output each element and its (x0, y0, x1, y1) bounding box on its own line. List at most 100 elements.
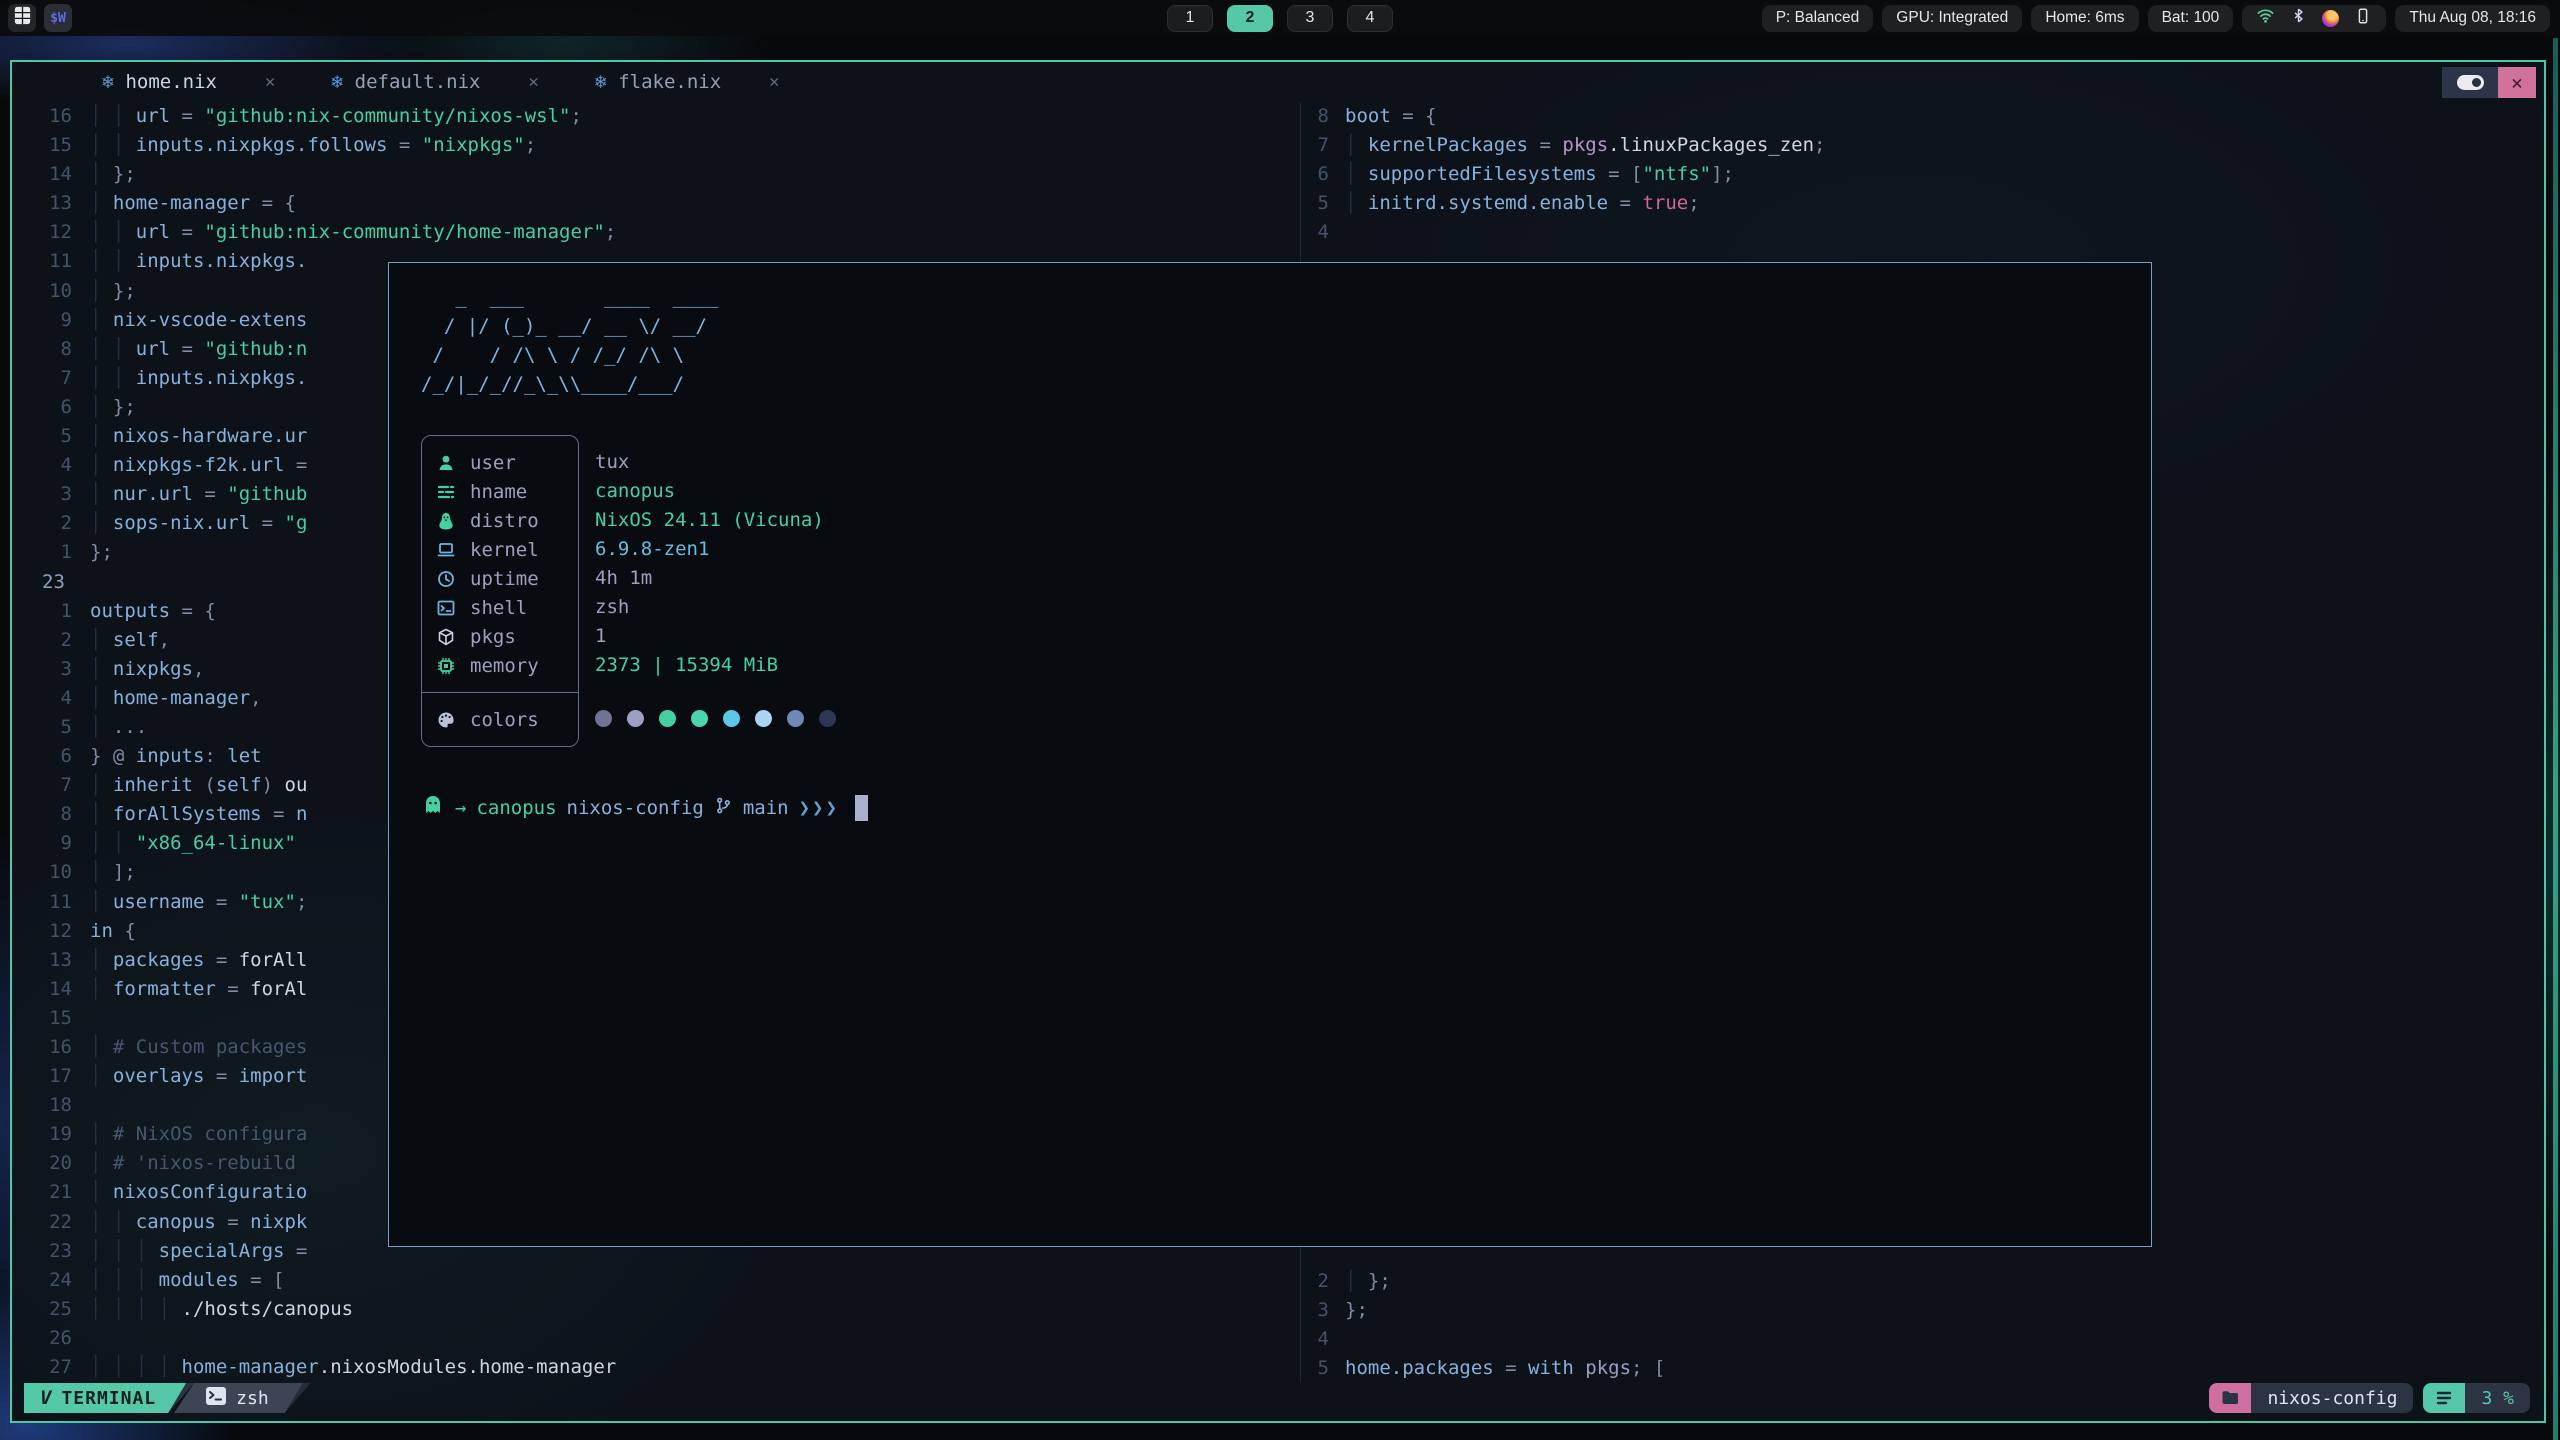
token: = (216, 1211, 250, 1233)
code-text: │ inherit (self) ou (90, 771, 307, 800)
pin-toggle[interactable] (2442, 67, 2498, 98)
indent-guide: │ │ (90, 338, 136, 360)
code-text: │ supportedFilesystems = ["ntfs"]; (1345, 160, 1734, 189)
status-module[interactable]: Home: 6ms (2031, 5, 2138, 32)
token: = (1528, 134, 1562, 156)
desktop: $W 1234 P: BalancedGPU: IntegratedHome: … (0, 0, 2560, 1440)
clock[interactable]: Thu Aug 08, 18:16 (2395, 5, 2550, 32)
token: boot (1345, 105, 1391, 127)
indent-guide: │ (90, 774, 113, 796)
shell-prompt[interactable]: → canopus nixos-config main ❯❯❯ (421, 793, 2151, 822)
code-text: │ overlays = import (90, 1062, 307, 1091)
line-number: 12 (12, 917, 90, 946)
kernel-icon (435, 540, 457, 560)
token: = (170, 338, 204, 360)
token: initrd.systemd.enable (1368, 192, 1608, 214)
window-close-button[interactable]: ✕ (2498, 67, 2536, 98)
workspace-3-button[interactable]: 3 (1287, 5, 1333, 32)
token: "ntfs" (1642, 163, 1711, 185)
token: ( (193, 774, 216, 796)
code-text: │ }; (90, 160, 136, 189)
line-number: 16 (12, 102, 90, 131)
fetch-row-kernel: kernel (435, 535, 578, 564)
fetch-value-user: tux (595, 448, 836, 477)
token: "x86_64-linux" (136, 832, 296, 854)
token: ; (605, 221, 616, 243)
bluetooth-icon[interactable] (2290, 7, 2307, 29)
fetch-row-pkgs: pkgs (435, 622, 578, 651)
code-line: 15│ │ inputs.nixpkgs.follows = "nixpkgs"… (12, 131, 1300, 160)
wifi-icon[interactable] (2256, 6, 2275, 30)
code-text: │ username = "tux"; (90, 888, 307, 917)
token: # 'nixos-rebuild (113, 1152, 296, 1174)
fetch-row-memory: memory (435, 651, 578, 680)
fetch-label: distro (470, 510, 539, 532)
code-text: │ │ "x86_64-linux" (90, 829, 296, 858)
code-text: │ │ │ │ ./hosts/canopus (90, 1295, 353, 1324)
status-module[interactable]: Bat: 100 (2148, 5, 2234, 32)
code-text: │ nur.url = "github (90, 480, 307, 509)
line-number: 24 (12, 1266, 90, 1295)
workspace-4-button[interactable]: 4 (1347, 5, 1393, 32)
token: ]; (1711, 163, 1734, 185)
line-number: 9 (12, 306, 90, 335)
token: nixpk (250, 1211, 307, 1233)
code-text: │ ]; (90, 858, 136, 887)
code-line: 4 (1301, 218, 2544, 247)
workspace-1-button[interactable]: 1 (1167, 5, 1213, 32)
indent-guide: │ │ (90, 221, 136, 243)
indent-guide: │ │ (90, 134, 136, 156)
fetch-value-uptime: 4h 1m (595, 564, 836, 593)
top-status-bar: $W 1234 P: Balanced GPU: Integrated Home: … (0, 0, 2560, 36)
fetch-row-hname: hname (435, 477, 578, 506)
status-module[interactable]: GPU: Integrated (1882, 5, 2022, 32)
tab-flake.nix[interactable]: ❄flake.nix✕ (567, 62, 808, 102)
status-modules: P: Balanced GPU: Integrated Home: 6ms Bat: … (1762, 5, 2234, 32)
floating-terminal[interactable]: _ ___ ____ ____ / |/ (_)_ __/ __ \/ __/ … (388, 262, 2152, 1247)
code-text: │ forAllSystems = n (90, 800, 307, 829)
statusline-right: nixos-config 3 % (2209, 1383, 2530, 1413)
token: = (170, 221, 204, 243)
token: ou (285, 774, 308, 796)
indent-guide: │ (90, 658, 113, 680)
mode-label: TERMINAL (61, 1388, 156, 1409)
token: = { (1391, 105, 1437, 127)
logo-button[interactable]: $W (44, 4, 72, 32)
indent-guide: │ (90, 716, 113, 738)
token: = (387, 134, 421, 156)
line-number: 8 (12, 335, 90, 364)
tab-close-icon[interactable]: ✕ (265, 72, 275, 92)
tab-close-icon[interactable]: ✕ (769, 72, 779, 92)
tab-label: flake.nix (618, 71, 721, 93)
code-text: │ │ url = "github:nix-community/home-man… (90, 218, 616, 247)
phone-icon[interactable] (2354, 7, 2372, 30)
code-line: 14│ }; (12, 160, 1300, 189)
tab-close-icon[interactable]: ✕ (529, 72, 539, 92)
line-number: 1 (12, 597, 90, 626)
token: }; (1345, 1299, 1368, 1321)
workspace-2-button[interactable]: 2 (1227, 5, 1273, 32)
code-text: │ sops-nix.url = "g (90, 509, 307, 538)
line-number: 3 (12, 480, 90, 509)
token: in (90, 920, 113, 942)
code-line: 5│ initrd.systemd.enable = true; (1301, 189, 2544, 218)
line-number: 17 (12, 1062, 90, 1091)
browser-icon[interactable] (2322, 10, 2339, 27)
tab-default.nix[interactable]: ❄default.nix✕ (303, 62, 567, 102)
tab-home.nix[interactable]: ❄home.nix✕ (74, 62, 303, 102)
indent-guide: │ │ (90, 832, 136, 854)
line-number: 10 (12, 858, 90, 887)
fetch-row-colors: colors (435, 705, 578, 734)
code-text: │ nixosConfiguratio (90, 1178, 307, 1207)
fetch-label: kernel (470, 539, 539, 561)
indent-guide: │ │ │ │ (90, 1298, 182, 1320)
scroll-segment: 3 % (2423, 1383, 2530, 1413)
indent-guide: │ (90, 280, 113, 302)
code-line: 6│ supportedFilesystems = ["ntfs"]; (1301, 160, 2544, 189)
terminal-cursor (855, 795, 868, 821)
code-text: │ nixpkgs-f2k.url = (90, 451, 307, 480)
status-module[interactable]: P: Balanced (1762, 5, 1874, 32)
tab-label: default.nix (355, 71, 481, 93)
launcher-button[interactable] (8, 4, 36, 32)
fetch-value-shell: zsh (595, 593, 836, 622)
